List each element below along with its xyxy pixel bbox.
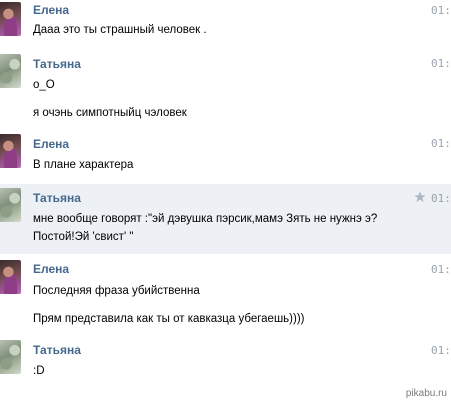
message-text: В плане характера [33,159,134,171]
tatyana-avatar[interactable] [0,54,21,88]
message-text: Прям представила как ты от кавказца убег… [33,313,305,325]
message-author[interactable]: Татьяна [33,57,81,71]
message-author[interactable]: Татьяна [33,191,81,205]
message-item[interactable]: Татьяна 01: о_О я очэнь симпотныйц чэлов… [0,52,451,130]
message-time[interactable]: 01: [431,192,451,205]
star-icon[interactable]: ★ [412,190,428,206]
message-author[interactable]: Татьяна [33,343,81,357]
tatyana-avatar[interactable] [0,340,21,374]
elena-avatar[interactable] [0,260,21,294]
message-text: Последняя фраза убийственна [33,285,200,297]
message-item[interactable]: Елена 01: В плане характера [0,130,451,184]
message-item[interactable]: Татьяна 01: :D [0,336,451,402]
message-item[interactable]: Елена 01: Последняя фраза убийственна Пр… [0,254,451,336]
message-author[interactable]: Елена [33,262,69,276]
tatyana-avatar[interactable] [0,188,21,222]
elena-avatar[interactable] [0,2,21,36]
elena-avatar[interactable] [0,134,21,168]
message-text: о_О [33,79,55,91]
message-item-highlighted[interactable]: Татьяна ★ 01: мне вообще говорят :"эй дэ… [0,184,451,254]
message-text: мне вообще говорят :"эй дэвушка пэрсик,м… [33,213,378,225]
message-text: я очэнь симпотныйц чэловек [33,107,187,119]
message-author[interactable]: Елена [33,3,69,17]
message-text: Постой!Эй 'свист' " [33,231,134,243]
message-text: :D [33,365,45,377]
message-author[interactable]: Елена [33,137,69,151]
message-text: Дааа это ты страшный человек . [33,24,207,36]
message-time[interactable]: 01: [431,137,451,150]
message-time[interactable]: 01: [431,263,451,276]
watermark: pikabu.ru [405,388,447,399]
message-time[interactable]: 01: [431,344,451,357]
message-time[interactable]: 01: [431,4,451,17]
message-time[interactable]: 01: [431,57,451,70]
message-item[interactable]: Елена 01: Дааа это ты страшный человек . [0,0,451,52]
